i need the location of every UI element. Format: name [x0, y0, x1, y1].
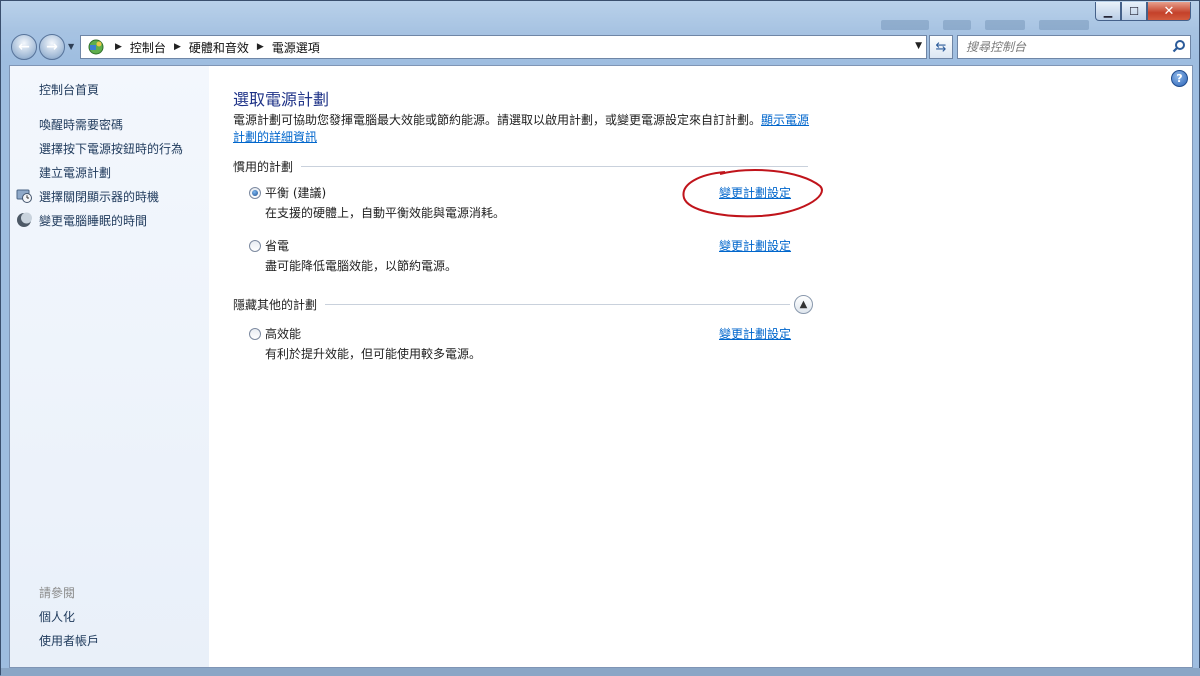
plan-high-performance-description: 有利於提升效能，但可能使用較多電源。: [265, 347, 482, 361]
sidebar-item-wake-password[interactable]: 喚醒時需要密碼: [39, 116, 123, 133]
search-input[interactable]: [958, 36, 1158, 58]
sidebar-item-display-off[interactable]: 選擇關閉顯示器的時機: [39, 188, 159, 205]
search-icon[interactable]: [1172, 39, 1186, 56]
navigation-bar: ← → ▼ ▶ 控制台 ▶ 硬體和音效 ▶ 電源選項 ▼ ⇆: [9, 33, 1193, 61]
plan-high-performance-radio[interactable]: [249, 328, 261, 340]
sidebar-item-create-plan[interactable]: 建立電源計劃: [39, 164, 111, 181]
forward-button[interactable]: →: [39, 34, 65, 60]
breadcrumb-separator-icon: ▶: [173, 42, 181, 52]
see-also-heading: 請參閱: [39, 586, 76, 600]
search-box[interactable]: [957, 35, 1191, 59]
refresh-button[interactable]: ⇆: [929, 35, 953, 59]
minimize-button[interactable]: ▁: [1095, 2, 1121, 21]
description-text: 電源計劃可協助您發揮電腦最大效能或節約能源。請選取以啟用計劃，或變更電源設定來自…: [233, 113, 762, 127]
red-annotation-circle: [682, 169, 823, 218]
hidden-plans-label: 隱藏其他的計劃: [233, 298, 318, 312]
plan-power-saver-description: 盡可能降低電腦效能，以節約電源。: [265, 259, 458, 273]
forward-arrow-icon: →: [46, 39, 58, 55]
sidebar-item-sleep-time[interactable]: 變更電腦睡眠的時間: [39, 212, 147, 229]
back-arrow-icon: ←: [18, 39, 30, 55]
sidebar-item-power-button[interactable]: 選擇按下電源按鈕時的行為: [39, 140, 183, 157]
plan-balanced-name[interactable]: 平衡 (建議): [265, 184, 326, 201]
control-panel-icon: [85, 36, 107, 58]
caption-buttons: ▁ ☐ ✕: [1095, 2, 1191, 21]
help-button[interactable]: ?: [1171, 70, 1188, 87]
maximize-button[interactable]: ☐: [1121, 2, 1147, 21]
plan-high-performance-change-link[interactable]: 變更計劃設定: [719, 325, 791, 342]
plan-balanced-description: 在支援的硬體上，自動平衡效能與電源消耗。: [265, 206, 506, 220]
address-bar[interactable]: ▶ 控制台 ▶ 硬體和音效 ▶ 電源選項 ▼: [80, 35, 927, 59]
close-button[interactable]: ✕: [1147, 2, 1191, 21]
plan-balanced-radio[interactable]: [249, 187, 261, 199]
content-area: 控制台首頁 喚醒時需要密碼 選擇按下電源按鈕時的行為 建立電源計劃 選擇關閉顯示…: [9, 65, 1193, 668]
page-title: 選取電源計劃: [233, 90, 330, 109]
sidebar-home-link[interactable]: 控制台首頁: [39, 81, 99, 98]
plan-power-saver-name[interactable]: 省電: [265, 237, 289, 254]
back-button[interactable]: ←: [11, 34, 37, 60]
breadcrumb-power-options[interactable]: 電源選項: [272, 39, 320, 56]
refresh-icon: ⇆: [935, 39, 947, 55]
plan-high-performance-name[interactable]: 高效能: [265, 325, 301, 342]
breadcrumb-control-panel[interactable]: 控制台: [130, 39, 166, 56]
monitor-clock-icon: [16, 188, 32, 204]
help-icon: ?: [1176, 72, 1183, 85]
page-description: 電源計劃可協助您發揮電腦最大效能或節約能源。請選取以啟用計劃，或變更電源設定來自…: [233, 112, 813, 146]
plan-power-saver-radio[interactable]: [249, 240, 261, 252]
preferred-plans-label: 慣用的計劃: [233, 160, 294, 174]
breadcrumb-hardware-sound[interactable]: 硬體和音效: [189, 39, 249, 56]
breadcrumb-separator-icon: ▶: [256, 42, 264, 52]
moon-icon: [16, 212, 32, 228]
see-also-user-accounts[interactable]: 使用者帳戶: [39, 632, 99, 649]
recent-pages-dropdown-icon[interactable]: ▼: [68, 42, 74, 51]
sidebar: 控制台首頁 喚醒時需要密碼 選擇按下電源按鈕時的行為 建立電源計劃 選擇關閉顯示…: [10, 66, 209, 667]
see-also-personalization[interactable]: 個人化: [39, 608, 75, 625]
hidden-plans-header[interactable]: 隱藏其他的計劃 ▲: [233, 295, 813, 314]
window: ▁ ☐ ✕ ← → ▼ ▶ 控制台 ▶ 硬體和音效 ▶ 電源選項 ▼ ⇆ 搜尋控…: [0, 0, 1200, 676]
address-dropdown-icon[interactable]: ▼: [915, 41, 922, 51]
collapse-button[interactable]: ▲: [794, 295, 813, 314]
divider: [325, 304, 790, 305]
chevron-up-icon: ▲: [799, 299, 808, 310]
breadcrumb-separator-icon: ▶: [115, 42, 122, 52]
plan-power-saver-change-link[interactable]: 變更計劃設定: [719, 237, 791, 254]
